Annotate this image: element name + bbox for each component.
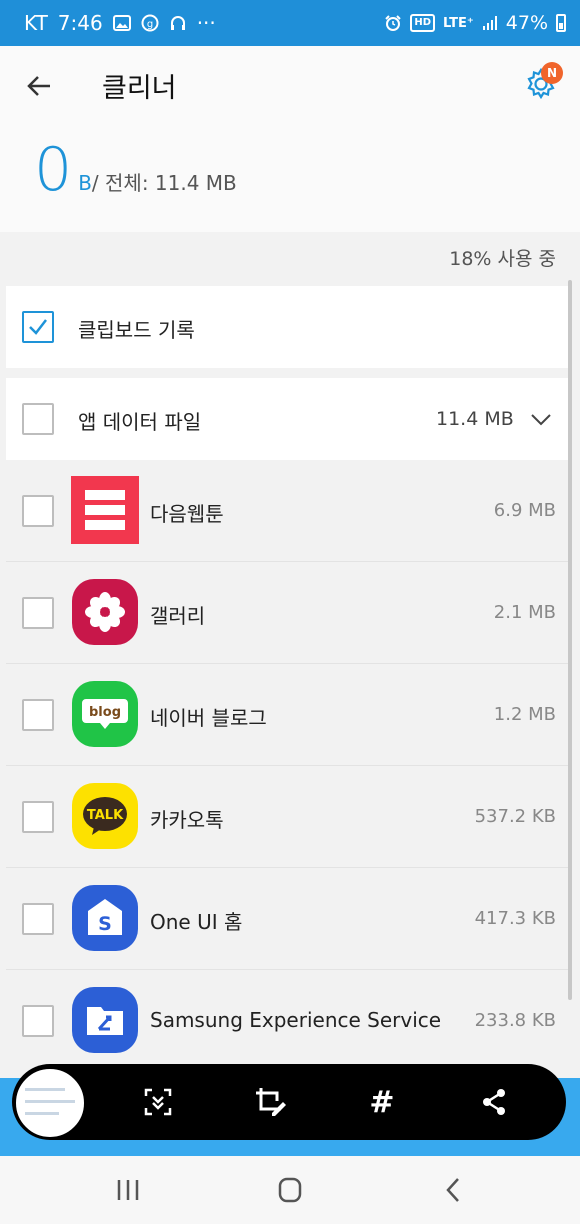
app-checkbox[interactable] bbox=[22, 1005, 54, 1037]
app-name: 다음웹툰 bbox=[150, 502, 224, 526]
clipboard-checkbox[interactable] bbox=[22, 311, 54, 343]
alarm-icon bbox=[384, 14, 402, 32]
daum-webtoon-icon bbox=[71, 476, 139, 544]
notification-badge: N bbox=[541, 62, 563, 84]
back-button[interactable] bbox=[22, 68, 58, 104]
screenshot-toolbar: # bbox=[12, 1064, 566, 1140]
page-title: 클리너 bbox=[102, 73, 177, 104]
size-unit: B bbox=[78, 171, 92, 195]
image-icon bbox=[112, 15, 131, 31]
usage-text: 18% 사용 중 bbox=[449, 248, 556, 270]
screenshot-thumbnail[interactable] bbox=[16, 1069, 84, 1137]
app-size: 537.2 KB bbox=[474, 806, 556, 827]
list-item[interactable]: TALK 카카오톡 537.2 KB bbox=[6, 766, 570, 868]
battery-percent: 47% bbox=[505, 12, 548, 34]
app-size: 6.9 MB bbox=[493, 500, 556, 521]
app-list: 다음웹툰 6.9 MB 갤러리 2.1 MB blog 네이버 블로그 1.2 … bbox=[6, 460, 570, 1070]
list-item[interactable]: Samsung Experience Service 233.8 KB bbox=[6, 970, 570, 1070]
app-name: One UI 홈 bbox=[150, 910, 243, 934]
g-app-icon: g bbox=[141, 14, 159, 32]
list-item[interactable]: 갤러리 2.1 MB bbox=[6, 562, 570, 664]
hd-voice-icon: HD bbox=[410, 14, 436, 32]
app-checkbox[interactable] bbox=[22, 699, 54, 731]
share-icon bbox=[483, 1089, 505, 1115]
crop-edit-icon bbox=[256, 1088, 286, 1116]
clipboard-label: 클립보드 기록 bbox=[78, 318, 195, 342]
clock: 7:46 bbox=[57, 11, 103, 35]
cleanable-size: 0 B / 전체: 11.4 MB bbox=[34, 138, 237, 202]
svg-text:g: g bbox=[147, 19, 153, 30]
svg-text:TALK: TALK bbox=[87, 808, 124, 823]
app-data-label: 앱 데이터 파일 bbox=[78, 410, 202, 434]
total-size: / 전체: 11.4 MB bbox=[91, 171, 237, 195]
app-size: 417.3 KB bbox=[474, 908, 556, 929]
hashtag-button[interactable]: # bbox=[362, 1082, 402, 1122]
scroll-capture-button[interactable] bbox=[138, 1082, 178, 1122]
naver-blog-icon: blog bbox=[72, 681, 138, 747]
header: 클리너 N 0 B / 전체: 11.4 MB bbox=[0, 46, 580, 232]
thumbnail-line bbox=[25, 1088, 65, 1091]
clipboard-row[interactable]: 클립보드 기록 bbox=[6, 286, 570, 368]
arrow-left-icon bbox=[27, 76, 50, 96]
recent-apps-button[interactable] bbox=[110, 1174, 146, 1206]
app-size: 1.2 MB bbox=[493, 704, 556, 725]
app-checkbox[interactable] bbox=[22, 495, 54, 527]
back-nav-button[interactable] bbox=[436, 1174, 472, 1206]
checkmark-icon bbox=[29, 319, 47, 335]
app-checkbox[interactable] bbox=[22, 597, 54, 629]
list-item[interactable]: blog 네이버 블로그 1.2 MB bbox=[6, 664, 570, 766]
lte-indicator: LTE⁺ bbox=[443, 15, 474, 31]
app-data-row[interactable]: 앱 데이터 파일 11.4 MB bbox=[6, 378, 570, 460]
thumbnail-line bbox=[25, 1100, 75, 1103]
app-data-checkbox[interactable] bbox=[22, 403, 54, 435]
kakaotalk-icon: TALK bbox=[72, 783, 138, 849]
carrier-label: KT bbox=[24, 11, 48, 35]
headphones-icon bbox=[169, 14, 187, 32]
one-ui-home-icon: S bbox=[72, 885, 138, 951]
app-name: 네이버 블로그 bbox=[150, 706, 267, 730]
signal-icon bbox=[482, 15, 498, 31]
svg-text:S: S bbox=[98, 913, 112, 935]
app-name: Samsung Experience Service bbox=[150, 1008, 442, 1032]
battery-icon bbox=[556, 14, 566, 32]
svg-text:blog: blog bbox=[89, 705, 121, 720]
app-data-size: 11.4 MB bbox=[436, 408, 514, 430]
app-checkbox[interactable] bbox=[22, 801, 54, 833]
crop-edit-button[interactable] bbox=[250, 1082, 290, 1122]
app-size: 2.1 MB bbox=[493, 602, 556, 623]
status-bar: KT 7:46 g ··· HD LTE⁺ 47% bbox=[0, 0, 580, 46]
app-name: 카카오톡 bbox=[150, 808, 224, 832]
scrollbar[interactable] bbox=[568, 280, 572, 1000]
samsung-experience-icon bbox=[72, 987, 138, 1053]
share-button[interactable] bbox=[474, 1082, 514, 1122]
gallery-icon bbox=[72, 579, 138, 645]
scroll-capture-icon bbox=[144, 1088, 172, 1116]
list-item[interactable]: 다음웹툰 6.9 MB bbox=[6, 460, 570, 562]
chevron-down-icon[interactable] bbox=[528, 406, 554, 432]
app-checkbox[interactable] bbox=[22, 903, 54, 935]
more-notifications: ··· bbox=[196, 11, 216, 35]
app-size: 233.8 KB bbox=[474, 1010, 556, 1031]
navigation-bar bbox=[0, 1156, 580, 1224]
list-item[interactable]: S One UI 홈 417.3 KB bbox=[6, 868, 570, 970]
home-button[interactable] bbox=[272, 1174, 308, 1206]
size-value: 0 bbox=[34, 135, 73, 205]
app-name: 갤러리 bbox=[150, 604, 206, 628]
thumbnail-line bbox=[25, 1112, 59, 1115]
